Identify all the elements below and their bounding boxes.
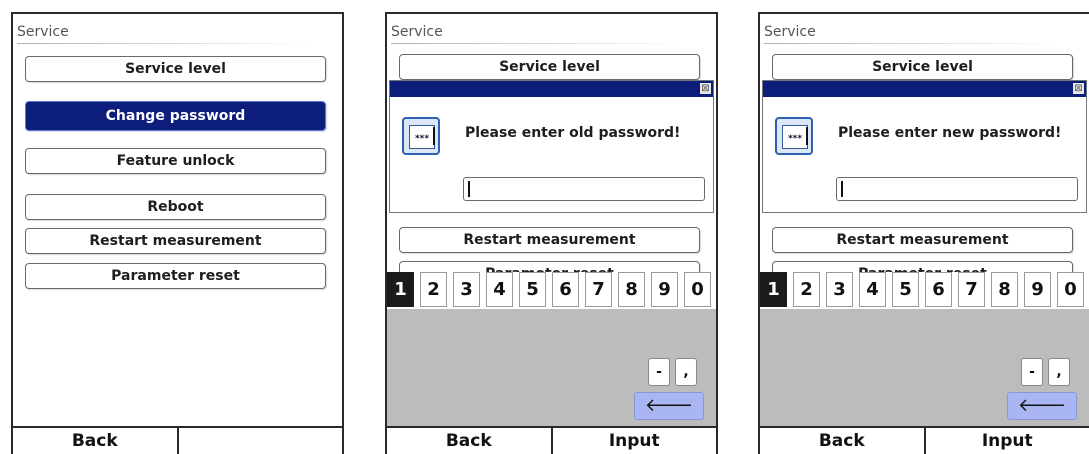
change-password-button[interactable]: Change password xyxy=(25,101,326,131)
digit-row: 1 2 3 4 5 6 7 8 9 0 xyxy=(387,272,716,309)
password-icon-text: *** xyxy=(409,125,435,149)
numeric-keypad: 1 2 3 4 5 6 7 8 9 0 - , 🡐 xyxy=(760,272,1089,428)
dialog-title-bar: ⊠ xyxy=(390,81,713,97)
feature-unlock-button[interactable]: Feature unlock xyxy=(25,148,326,174)
password-dialog: ⊠ *** Please enter old password! xyxy=(389,80,714,213)
back-softkey[interactable]: Back xyxy=(13,428,177,454)
key-1[interactable]: 1 xyxy=(760,272,787,307)
digit-row: 1 2 3 4 5 6 7 8 9 0 xyxy=(760,272,1089,309)
key-5[interactable]: 5 xyxy=(519,272,546,307)
password-icon-cursor xyxy=(806,127,808,145)
key-3[interactable]: 3 xyxy=(453,272,480,307)
back-softkey[interactable]: Back xyxy=(760,428,924,454)
key-8[interactable]: 8 xyxy=(991,272,1018,307)
key-4[interactable]: 4 xyxy=(486,272,513,307)
text-caret xyxy=(468,181,470,197)
backspace-arrow-icon: 🡐 xyxy=(1017,395,1067,416)
screen-title: Service xyxy=(17,22,314,44)
reboot-button[interactable]: Reboot xyxy=(25,194,326,220)
softkey-bar: Back Input xyxy=(387,426,716,454)
numeric-keypad: 1 2 3 4 5 6 7 8 9 0 - , 🡐 xyxy=(387,272,716,428)
comma-key[interactable]: , xyxy=(675,358,697,386)
dialog-message: Please enter old password! xyxy=(465,125,681,141)
service-menu-screen: Service Service level Change password Fe… xyxy=(11,12,344,454)
minus-key[interactable]: - xyxy=(1021,358,1043,386)
key-0[interactable]: 0 xyxy=(684,272,711,307)
service-level-button[interactable]: Service level xyxy=(25,56,326,82)
key-3[interactable]: 3 xyxy=(826,272,853,307)
key-7[interactable]: 7 xyxy=(585,272,612,307)
minus-key[interactable]: - xyxy=(648,358,670,386)
dialog-message: Please enter new password! xyxy=(838,125,1062,141)
input-softkey[interactable]: Input xyxy=(550,428,717,454)
key-1[interactable]: 1 xyxy=(387,272,414,307)
backspace-key[interactable]: 🡐 xyxy=(1007,392,1077,420)
softkey-bar: Back xyxy=(13,426,342,454)
password-input[interactable] xyxy=(836,177,1078,201)
key-8[interactable]: 8 xyxy=(618,272,645,307)
password-icon-text: *** xyxy=(782,125,808,149)
right-softkey[interactable] xyxy=(176,428,343,454)
backspace-arrow-icon: 🡐 xyxy=(644,395,694,416)
password-icon: *** xyxy=(402,117,440,155)
screen-title: Service xyxy=(764,22,1061,44)
key-9[interactable]: 9 xyxy=(1024,272,1051,307)
key-4[interactable]: 4 xyxy=(859,272,886,307)
password-dialog: ⊠ *** Please enter new password! xyxy=(762,80,1087,213)
text-caret xyxy=(841,181,843,197)
close-icon[interactable]: ⊠ xyxy=(1073,83,1084,94)
old-password-screen: Service Service level Restart measuremen… xyxy=(385,12,718,454)
dialog-title-bar: ⊠ xyxy=(763,81,1086,97)
key-6[interactable]: 6 xyxy=(552,272,579,307)
key-2[interactable]: 2 xyxy=(420,272,447,307)
softkey-bar: Back Input xyxy=(760,426,1089,454)
comma-key[interactable]: , xyxy=(1048,358,1070,386)
close-icon[interactable]: ⊠ xyxy=(700,83,711,94)
key-0[interactable]: 0 xyxy=(1057,272,1084,307)
restart-measurement-button[interactable]: Restart measurement xyxy=(25,228,326,254)
password-icon: *** xyxy=(775,117,813,155)
service-level-button[interactable]: Service level xyxy=(772,54,1073,80)
password-icon-cursor xyxy=(433,127,435,145)
password-input[interactable] xyxy=(463,177,705,201)
service-level-button[interactable]: Service level xyxy=(399,54,700,80)
key-5[interactable]: 5 xyxy=(892,272,919,307)
parameter-reset-button[interactable]: Parameter reset xyxy=(25,263,326,289)
key-6[interactable]: 6 xyxy=(925,272,952,307)
screen-title: Service xyxy=(391,22,688,44)
key-2[interactable]: 2 xyxy=(793,272,820,307)
new-password-screen: Service Service level Restart measuremen… xyxy=(758,12,1089,454)
key-9[interactable]: 9 xyxy=(651,272,678,307)
restart-measurement-button[interactable]: Restart measurement xyxy=(772,227,1073,253)
key-7[interactable]: 7 xyxy=(958,272,985,307)
input-softkey[interactable]: Input xyxy=(923,428,1089,454)
restart-measurement-button[interactable]: Restart measurement xyxy=(399,227,700,253)
backspace-key[interactable]: 🡐 xyxy=(634,392,704,420)
back-softkey[interactable]: Back xyxy=(387,428,551,454)
